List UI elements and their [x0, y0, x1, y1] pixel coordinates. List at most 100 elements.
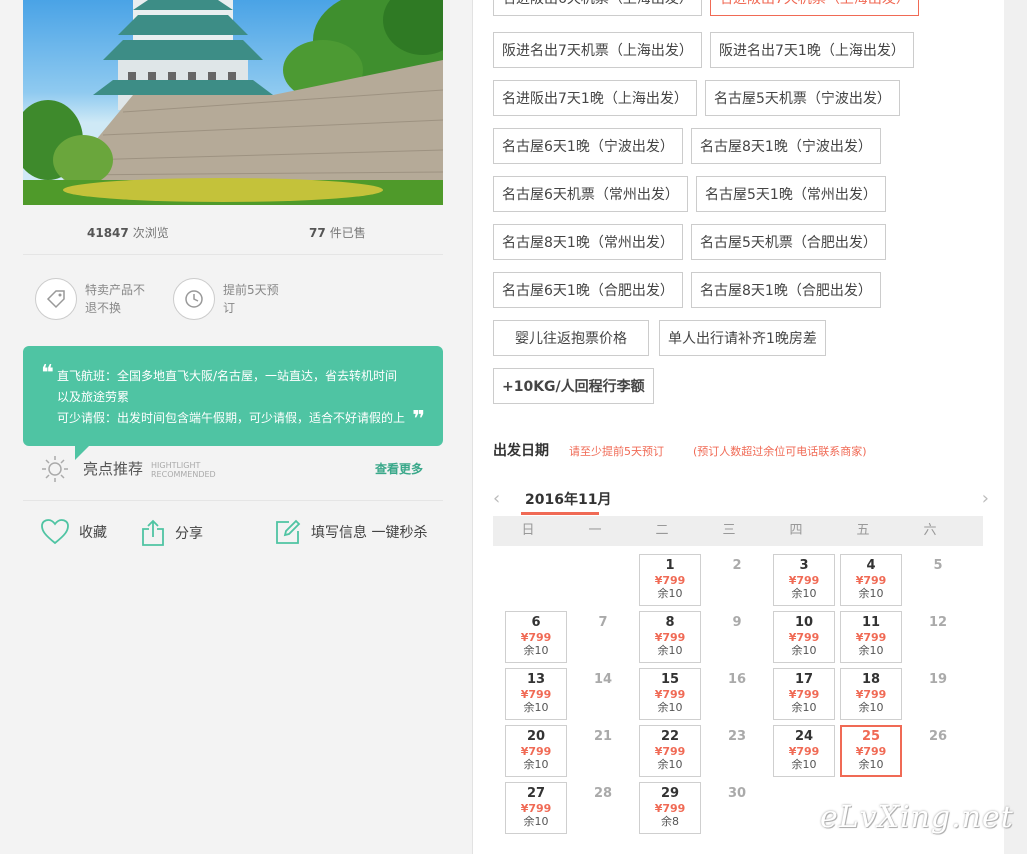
day-remaining: 余10 [657, 758, 683, 771]
day-price: ¥799 [855, 688, 887, 701]
day-number: 5 [933, 558, 943, 573]
day-remaining: 余10 [858, 701, 884, 714]
option-0[interactable]: 名进阪出6天机票（上海出发） [493, 0, 702, 16]
calendar-day-13[interactable]: 13 ¥799 余10 [505, 668, 567, 720]
feature-book-ahead: 提前5天预订 [173, 278, 287, 320]
chevron-right-icon[interactable]: › [982, 488, 989, 509]
option-1[interactable]: 名进阪出7天机票（上海出发） [710, 0, 919, 16]
calendar-day-29[interactable]: 29 ¥799 余8 [639, 782, 701, 834]
share-button[interactable]: 分享 [141, 519, 203, 547]
calendar-day-20[interactable]: 20 ¥799 余10 [505, 725, 567, 777]
day-price: ¥799 [654, 574, 686, 587]
day-number: 3 [799, 558, 809, 573]
option-5[interactable]: 名古屋5天机票（宁波出发） [705, 80, 900, 116]
day-number: 4 [866, 558, 876, 573]
tag-icon [35, 278, 77, 320]
share-icon [142, 519, 164, 546]
day-number: 9 [732, 615, 742, 630]
calendar-day-11[interactable]: 11 ¥799 余10 [840, 611, 902, 663]
day-number: 16 [727, 672, 747, 687]
calendar-day-23: 23 [706, 725, 768, 777]
option-3[interactable]: 阪进名出7天1晚（上海出发） [710, 32, 914, 68]
departure-header: 出发日期 请至少提前5天预订 (预订人数超过余位可电话联系商家) [493, 440, 993, 460]
fill-info-button[interactable]: 填写信息 一键秒杀 [275, 519, 427, 545]
option-13[interactable]: 名古屋8天1晚（合肥出发） [691, 272, 881, 308]
advance-booking-note: 请至少提前5天预订 [569, 445, 664, 458]
calendar-day-6[interactable]: 6 ¥799 余10 [505, 611, 567, 663]
calendar-day-22[interactable]: 22 ¥799 余10 [639, 725, 701, 777]
calendar-day-17[interactable]: 17 ¥799 余10 [773, 668, 835, 720]
calendar-day-18[interactable]: 18 ¥799 余10 [840, 668, 902, 720]
day-number: 29 [660, 786, 680, 801]
day-number: 17 [794, 672, 814, 687]
clock-history-icon [173, 278, 215, 320]
option-15[interactable]: 单人出行请补齐1晚房差 [659, 320, 826, 356]
chevron-left-icon[interactable]: ‹ [493, 488, 500, 509]
flight-info-bubble: ❝ 直飞航班：全国多地直飞大阪/名古屋，一站直达，省去转机时间 以及旅途劳累 可… [23, 346, 443, 460]
day-number: 30 [727, 786, 747, 801]
sun-icon [42, 456, 68, 482]
day-remaining: 余8 [661, 815, 679, 828]
day-remaining: 余10 [858, 758, 884, 771]
day-remaining: 余10 [523, 644, 549, 657]
option-12[interactable]: 名古屋6天1晚（合肥出发） [493, 272, 683, 308]
heart-icon [41, 519, 69, 545]
calendar-day-25[interactable]: 25 ¥799 余10 [840, 725, 902, 777]
calendar-day-19: 19 [907, 668, 969, 720]
option-7[interactable]: 名古屋8天1晚（宁波出发） [691, 128, 881, 164]
bubble-line-1: 直飞航班：全国多地直飞大阪/名古屋，一站直达，省去转机时间 [57, 369, 398, 383]
option-6[interactable]: 名古屋6天1晚（宁波出发） [493, 128, 683, 164]
calendar-day-27[interactable]: 27 ¥799 余10 [505, 782, 567, 834]
option-16[interactable]: +10KG/人回程行李额 [493, 368, 654, 404]
highlight-title: 亮点推荐 [83, 460, 144, 478]
calendar-nav: ‹ 2016年11月 › [493, 486, 989, 516]
day-price: ¥799 [855, 745, 887, 758]
calendar-day-15[interactable]: 15 ¥799 余10 [639, 668, 701, 720]
site-watermark: eLvXing.net [820, 800, 1014, 835]
day-remaining: 余10 [858, 644, 884, 657]
option-8[interactable]: 名古屋6天机票（常州出发） [493, 176, 688, 212]
favorite-button[interactable]: 收藏 [41, 519, 107, 545]
day-number: 14 [593, 672, 613, 687]
left-column: 41847 次浏览 77 件已售 特卖产品不退不换 提前5天预订 ❝ 直飞航班：全国… [0, 0, 470, 854]
weekday-6: 六 [923, 523, 937, 538]
calendar-day-30: 30 [706, 782, 768, 834]
day-number: 22 [660, 729, 680, 744]
option-4[interactable]: 名进阪出7天1晚（上海出发） [493, 80, 697, 116]
day-remaining: 余10 [791, 644, 817, 657]
day-remaining: 余10 [791, 701, 817, 714]
option-9[interactable]: 名古屋5天1晚（常州出发） [696, 176, 886, 212]
day-remaining: 余10 [657, 587, 683, 600]
calendar-day-3[interactable]: 3 ¥799 余10 [773, 554, 835, 606]
calendar-day-4[interactable]: 4 ¥799 余10 [840, 554, 902, 606]
day-number: 23 [727, 729, 747, 744]
calendar-day-1[interactable]: 1 ¥799 余10 [639, 554, 701, 606]
day-remaining: 余10 [791, 587, 817, 600]
option-10[interactable]: 名古屋8天1晚（常州出发） [493, 224, 683, 260]
day-number: 6 [531, 615, 541, 630]
day-number: 24 [794, 729, 814, 744]
calendar-day-21: 21 [572, 725, 634, 777]
option-2[interactable]: 阪进名出7天机票（上海出发） [493, 32, 702, 68]
option-14[interactable]: 婴儿往返抱票价格 [493, 320, 649, 356]
weekday-4: 四 [789, 523, 803, 538]
view-more-link[interactable]: 查看更多 [375, 460, 423, 477]
calendar-day-26: 26 [907, 725, 969, 777]
option-11[interactable]: 名古屋5天机票（合肥出发） [691, 224, 886, 260]
booking-panel: 名进阪出6天机票（上海出发） 名进阪出7天机票（上海出发） 阪进名出7天机票（上… [472, 0, 1005, 854]
day-price: ¥799 [654, 745, 686, 758]
calendar-day-24[interactable]: 24 ¥799 余10 [773, 725, 835, 777]
product-hero-image [23, 0, 443, 205]
calendar-day-8[interactable]: 8 ¥799 余10 [639, 611, 701, 663]
calendar-day-14: 14 [572, 668, 634, 720]
seat-limit-note: (预订人数超过余位可电话联系商家) [693, 445, 867, 458]
day-number: 1 [665, 558, 675, 573]
day-price: ¥799 [520, 688, 552, 701]
scrollbar[interactable] [1004, 0, 1027, 854]
calendar-day-10[interactable]: 10 ¥799 余10 [773, 611, 835, 663]
calendar-day-7: 7 [572, 611, 634, 663]
view-count: 41847 次浏览 [87, 226, 169, 240]
day-price: ¥799 [520, 745, 552, 758]
calendar-day-12: 12 [907, 611, 969, 663]
day-number: 15 [660, 672, 680, 687]
